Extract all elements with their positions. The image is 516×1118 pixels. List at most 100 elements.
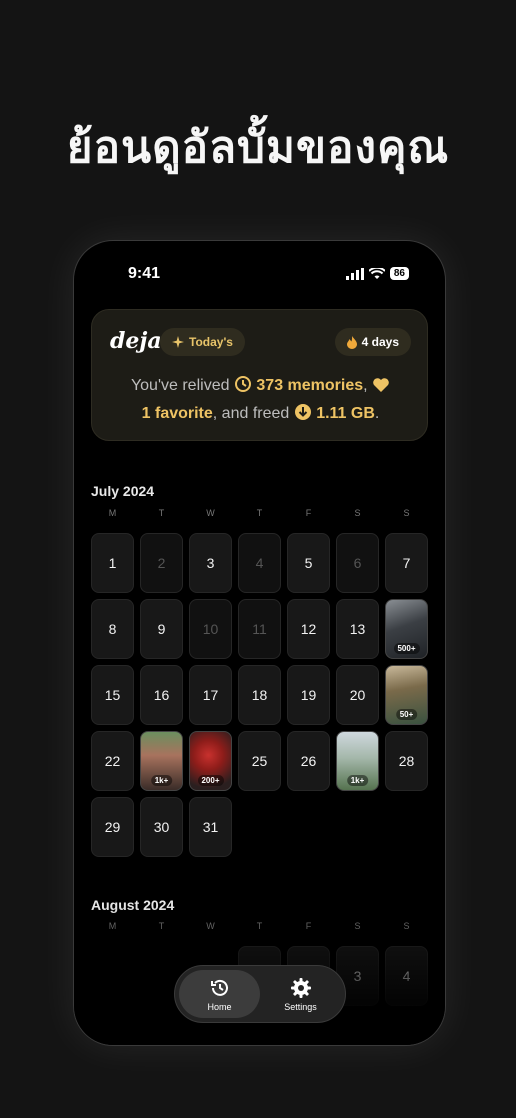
day-number: 30 [153,819,170,835]
day-cell[interactable]: 20 [336,665,379,725]
weekday-label: T [256,921,263,931]
day-number: 19 [300,687,317,703]
day-number: 6 [353,555,362,571]
gear-icon [290,977,311,998]
tab-bar: Home Settings [174,965,346,1023]
signal-icon [345,267,364,280]
day-number: 3 [206,555,215,571]
today-pill[interactable]: Today's [160,328,245,356]
month-title: July 2024 [91,483,155,499]
freed-size: 1.11 GB [316,405,375,422]
photo-count-badge: 200+ [197,775,224,786]
day-cell-with-photos[interactable]: 21 50+ [385,665,428,725]
weekday-header: MTWTFSS [91,921,428,935]
day-number: 25 [251,753,268,769]
weekday-label: T [256,508,263,518]
day-cell-with-photos[interactable]: 27 1k+ [336,731,379,791]
tab-home[interactable]: Home [179,970,260,1018]
day-number: 10 [202,621,219,637]
day-number: 26 [300,753,317,769]
weekday-label: S [354,508,361,518]
day-cell[interactable]: 13 [336,599,379,659]
day-cell[interactable]: 25 [238,731,281,791]
day-cell[interactable]: 10 [189,599,232,659]
weekday-label: T [158,508,165,518]
day-number: 29 [104,819,121,835]
weekday-label: S [354,921,361,931]
day-cell[interactable]: 11 [238,599,281,659]
month-title: August 2024 [91,897,175,913]
flame-icon [346,335,357,349]
wifi-icon [368,267,385,279]
summary-sentence: You've relived 373 memories, 1 favorite,… [102,372,419,428]
day-number: 4 [402,968,411,984]
day-cell[interactable]: 4 [385,946,428,1006]
day-cell[interactable]: 28 [385,731,428,791]
streak-pill[interactable]: 4 days [334,328,411,356]
day-cell[interactable]: 29 [91,797,134,857]
day-number: 5 [304,555,313,571]
weekday-header: MTWTFSS [91,508,428,522]
day-cell[interactable]: 16 [140,665,183,725]
weekday-label: T [158,921,165,931]
day-cell[interactable]: 31 [189,797,232,857]
day-cell[interactable]: 30 [140,797,183,857]
day-cell[interactable]: 18 [238,665,281,725]
day-cell-with-photos[interactable]: 24 200+ [189,731,232,791]
day-cell-with-photos[interactable]: 14 500+ [385,599,428,659]
day-number: 11 [252,621,267,637]
day-cell-with-photos[interactable]: 23 1k+ [140,731,183,791]
day-cell[interactable]: 12 [287,599,330,659]
weekday-label: M [108,921,117,931]
day-cell[interactable]: 6 [336,533,379,593]
photo-count-badge: 1k+ [150,775,173,786]
day-number: 16 [153,687,170,703]
day-number: 18 [251,687,268,703]
day-number: 15 [104,687,121,703]
day-number: 13 [349,621,366,637]
memories-count: 373 memories [256,377,364,394]
day-number: 17 [202,687,219,703]
phone-frame: 9:41 86 deja Today's 4 days You've reliv… [73,240,446,1046]
day-cell[interactable]: 26 [287,731,330,791]
day-cell[interactable]: 22 [91,731,134,791]
day-cell[interactable]: 19 [287,665,330,725]
download-icon [294,404,311,420]
day-cell[interactable]: 5 [287,533,330,593]
tab-settings-label: Settings [284,1001,317,1012]
day-cell[interactable]: 8 [91,599,134,659]
favorites-count: 1 favorite [141,405,213,422]
day-cell[interactable]: 15 [91,665,134,725]
day-number: 2 [157,555,166,571]
day-number: 28 [398,753,415,769]
day-cell[interactable]: 2 [140,533,183,593]
photo-count-badge: 1k+ [346,775,369,786]
day-cell[interactable]: 4 [238,533,281,593]
day-cell[interactable]: 9 [140,599,183,659]
tab-settings[interactable]: Settings [260,970,341,1018]
status-icons: 86 [345,267,409,280]
day-number: 20 [349,687,366,703]
day-cell[interactable]: 1 [91,533,134,593]
day-number: 12 [300,621,317,637]
day-number: 14 [399,621,415,637]
summary-text-2: , [363,377,368,394]
day-number: 4 [255,555,264,571]
weekday-label: S [403,921,410,931]
day-cell[interactable]: 3 [189,533,232,593]
day-cell[interactable]: 17 [189,665,232,725]
day-cell[interactable]: 7 [385,533,428,593]
day-number: 7 [402,555,411,571]
day-number: 1 [108,555,117,571]
photo-count-badge: 50+ [395,709,418,720]
weekday-label: W [206,921,215,931]
day-number: 8 [108,621,117,637]
tab-home-label: Home [207,1001,232,1012]
day-number: 21 [399,687,415,703]
battery-icon: 86 [389,267,409,280]
summary-text-3: , and freed [212,405,290,422]
today-label: Today's [189,335,233,349]
sparkle-icon [172,336,184,348]
status-time: 9:41 [128,265,161,282]
headline: ย้อนดูอัลบั้มของคุณ [66,122,450,173]
